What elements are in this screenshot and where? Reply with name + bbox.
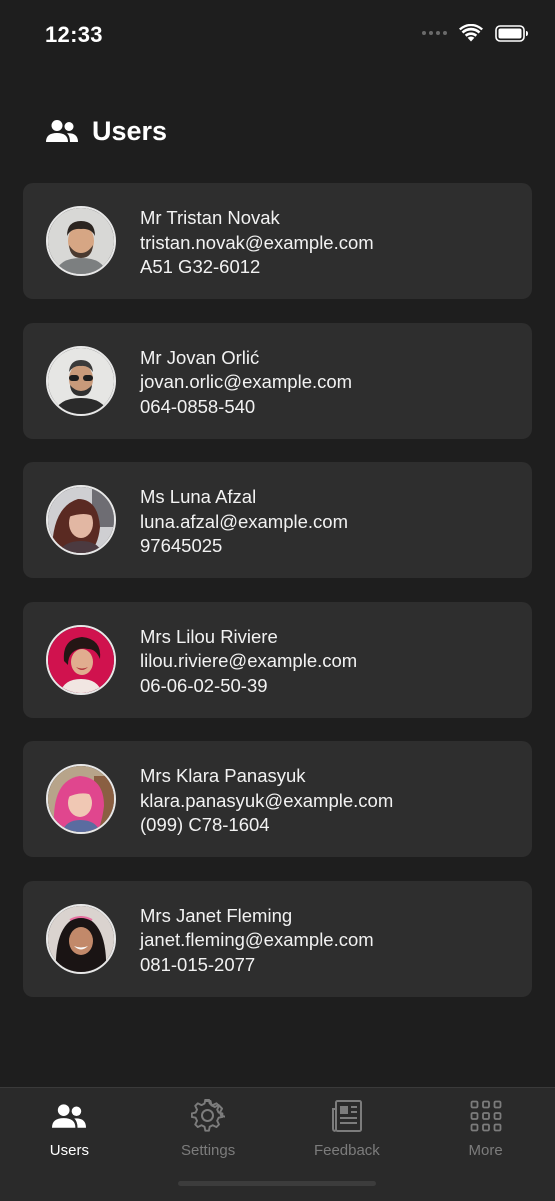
avatar <box>46 903 116 974</box>
avatar <box>46 764 116 834</box>
user-card[interactable]: Ms Luna Afzal luna.afzal@example.com 976… <box>23 462 532 578</box>
user-phone: 06-06-02-50-39 <box>140 674 268 696</box>
user-info: Mr Jovan Orlić jovan.orlic@example.com 0… <box>140 346 352 420</box>
tab-users[interactable]: Users <box>0 1088 139 1201</box>
user-email: lilou.riviere@example.com <box>140 650 358 671</box>
user-card[interactable]: Mrs Janet Fleming janet.fleming@example.… <box>23 880 532 997</box>
home-indicator[interactable] <box>178 1181 376 1186</box>
user-info: Mrs Klara Panasyuk klara.panasyuk@exampl… <box>140 764 393 838</box>
wifi-icon <box>459 24 483 42</box>
avatar <box>46 345 116 416</box>
user-card[interactable]: Mr Jovan Orlić jovan.orlic@example.com 0… <box>23 322 532 439</box>
user-card[interactable]: Mrs Lilou Riviere lilou.riviere@example.… <box>23 601 532 718</box>
users-icon <box>46 120 78 142</box>
user-phone: 081-015-2077 <box>140 953 256 975</box>
user-info: Mrs Janet Fleming janet.fleming@example.… <box>140 904 374 978</box>
user-phone: (099) C78-1604 <box>140 814 270 835</box>
user-name: Mr Tristan Novak <box>140 207 280 228</box>
avatar <box>46 624 116 695</box>
tab-label: Settings <box>181 1142 236 1159</box>
user-email: janet.fleming@example.com <box>140 929 374 950</box>
newspaper-icon <box>331 1100 362 1132</box>
battery-icon <box>495 24 528 42</box>
user-name: Mrs Lilou Riviere <box>140 625 278 647</box>
tab-label: Feedback <box>313 1142 380 1159</box>
user-phone: 97645025 <box>140 535 223 556</box>
user-name: Ms Luna Afzal <box>140 486 257 507</box>
user-info: Mrs Lilou Riviere lilou.riviere@example.… <box>140 625 357 699</box>
grid-icon <box>470 1100 502 1132</box>
user-name: Mrs Klara Panasyuk <box>140 765 306 786</box>
status-time: 12:33 <box>45 22 103 47</box>
user-phone: A51 G32-6012 <box>140 256 261 277</box>
tab-label: More <box>468 1142 503 1159</box>
user-email: jovan.orlic@example.com <box>140 371 353 392</box>
user-phone: 064-0858-540 <box>140 395 256 417</box>
user-info: Ms Luna Afzal luna.afzal@example.com 976… <box>140 485 348 559</box>
user-list: Mr Tristan Novak tristan.novak@example.c… <box>23 183 532 1020</box>
user-name: Mr Jovan Orlić <box>140 346 260 368</box>
gear-icon <box>191 1099 226 1132</box>
user-card[interactable]: Mrs Klara Panasyuk klara.panasyuk@exampl… <box>23 741 532 857</box>
user-email: klara.panasyuk@example.com <box>140 789 394 811</box>
user-name: Mrs Janet Fleming <box>140 904 293 926</box>
users-icon <box>52 1104 87 1128</box>
user-card[interactable]: Mr Tristan Novak tristan.novak@example.c… <box>23 183 532 299</box>
status-icons <box>422 24 529 42</box>
tab-label: Users <box>49 1142 89 1159</box>
signal-icon <box>422 31 447 35</box>
page-header: Users <box>46 113 167 149</box>
tab-more[interactable]: More <box>416 1088 555 1201</box>
user-email: tristan.novak@example.com <box>140 231 374 253</box>
status-bar: 12:33 <box>0 0 555 70</box>
avatar <box>46 485 116 555</box>
user-email: luna.afzal@example.com <box>140 510 348 532</box>
user-info: Mr Tristan Novak tristan.novak@example.c… <box>140 206 374 280</box>
avatar <box>46 206 116 276</box>
page-title: Users <box>92 115 168 146</box>
